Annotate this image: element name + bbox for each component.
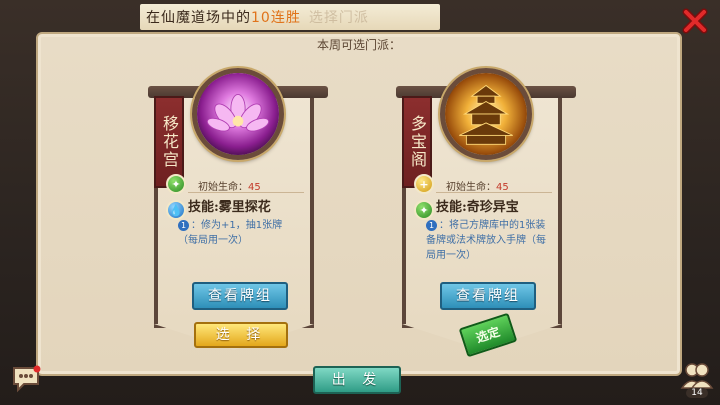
banner-highlight: 10连胜 bbox=[251, 10, 301, 26]
green-gem-icon: ✦ bbox=[414, 200, 434, 220]
view-deck-button[interactable]: 查看牌组 bbox=[192, 282, 288, 310]
skill-description: 1 ：修为+1，抽1张牌（每局用一次） bbox=[178, 218, 302, 248]
skill-count-badge: 1 bbox=[178, 219, 189, 231]
friends-button[interactable]: 14 bbox=[680, 360, 714, 398]
selected-stamp: 选定 bbox=[458, 312, 518, 358]
plus-gem-icon: + bbox=[414, 174, 434, 194]
skill-text: ：将己方牌库中的1张装备牌或法术牌放入手牌（每局用一次） bbox=[426, 220, 546, 261]
divider bbox=[188, 192, 304, 193]
initial-hp: 初始生命：45 bbox=[446, 178, 509, 193]
sect-card-duobaoge[interactable]: 多宝阁 + ✦ 初始生命：45 技能:奇珍异宝 1 ：将己方牌库中的1张装备牌或… bbox=[396, 68, 576, 358]
green-gem-icon: ✦ bbox=[166, 174, 186, 194]
skill-description: 1 ：将己方牌库中的1张装备牌或法术牌放入手牌（每局用一次） bbox=[426, 218, 550, 263]
friends-count-badge: 14 bbox=[686, 388, 708, 398]
skill-text: ：修为+1，抽1张牌（每局用一次） bbox=[178, 220, 283, 246]
chat-button[interactable] bbox=[10, 364, 42, 394]
panel-subtitle: 本周可选门派： bbox=[316, 38, 401, 52]
pagoda-emblem-icon bbox=[440, 68, 532, 160]
lotus-emblem-icon bbox=[192, 68, 284, 160]
skill-title: 技能:雾里探花 bbox=[188, 200, 271, 215]
banner-text: 在仙魔道场中的 bbox=[146, 10, 251, 26]
skill-count-badge: 1 bbox=[426, 219, 437, 231]
chat-icon bbox=[13, 365, 41, 393]
view-deck-button[interactable]: 查看牌组 bbox=[440, 282, 536, 310]
selection-panel: 本周可选门派： 移花宫 ✦ 💧 初始生命：45 技能:雾里探花 1 ：修为+1，… bbox=[36, 32, 682, 376]
divider bbox=[436, 192, 552, 193]
water-drop-icon: 💧 bbox=[166, 200, 186, 220]
select-button[interactable]: 选 择 bbox=[194, 322, 288, 348]
close-icon bbox=[682, 8, 708, 34]
banner-faded-title: 选择门派 bbox=[308, 10, 369, 26]
depart-button[interactable]: 出 发 bbox=[313, 366, 401, 394]
skill-title: 技能:奇珍异宝 bbox=[436, 200, 519, 215]
initial-hp: 初始生命：45 bbox=[198, 178, 261, 193]
sect-card-yihuagong[interactable]: 移花宫 ✦ 💧 初始生命：45 技能:雾里探花 1 ：修为+1，抽1张牌（每局用… bbox=[148, 68, 328, 348]
close-button[interactable] bbox=[682, 8, 708, 34]
top-banner: 在仙魔道场中的 10连胜 选择门派 bbox=[140, 4, 440, 30]
friends-icon bbox=[680, 363, 714, 389]
